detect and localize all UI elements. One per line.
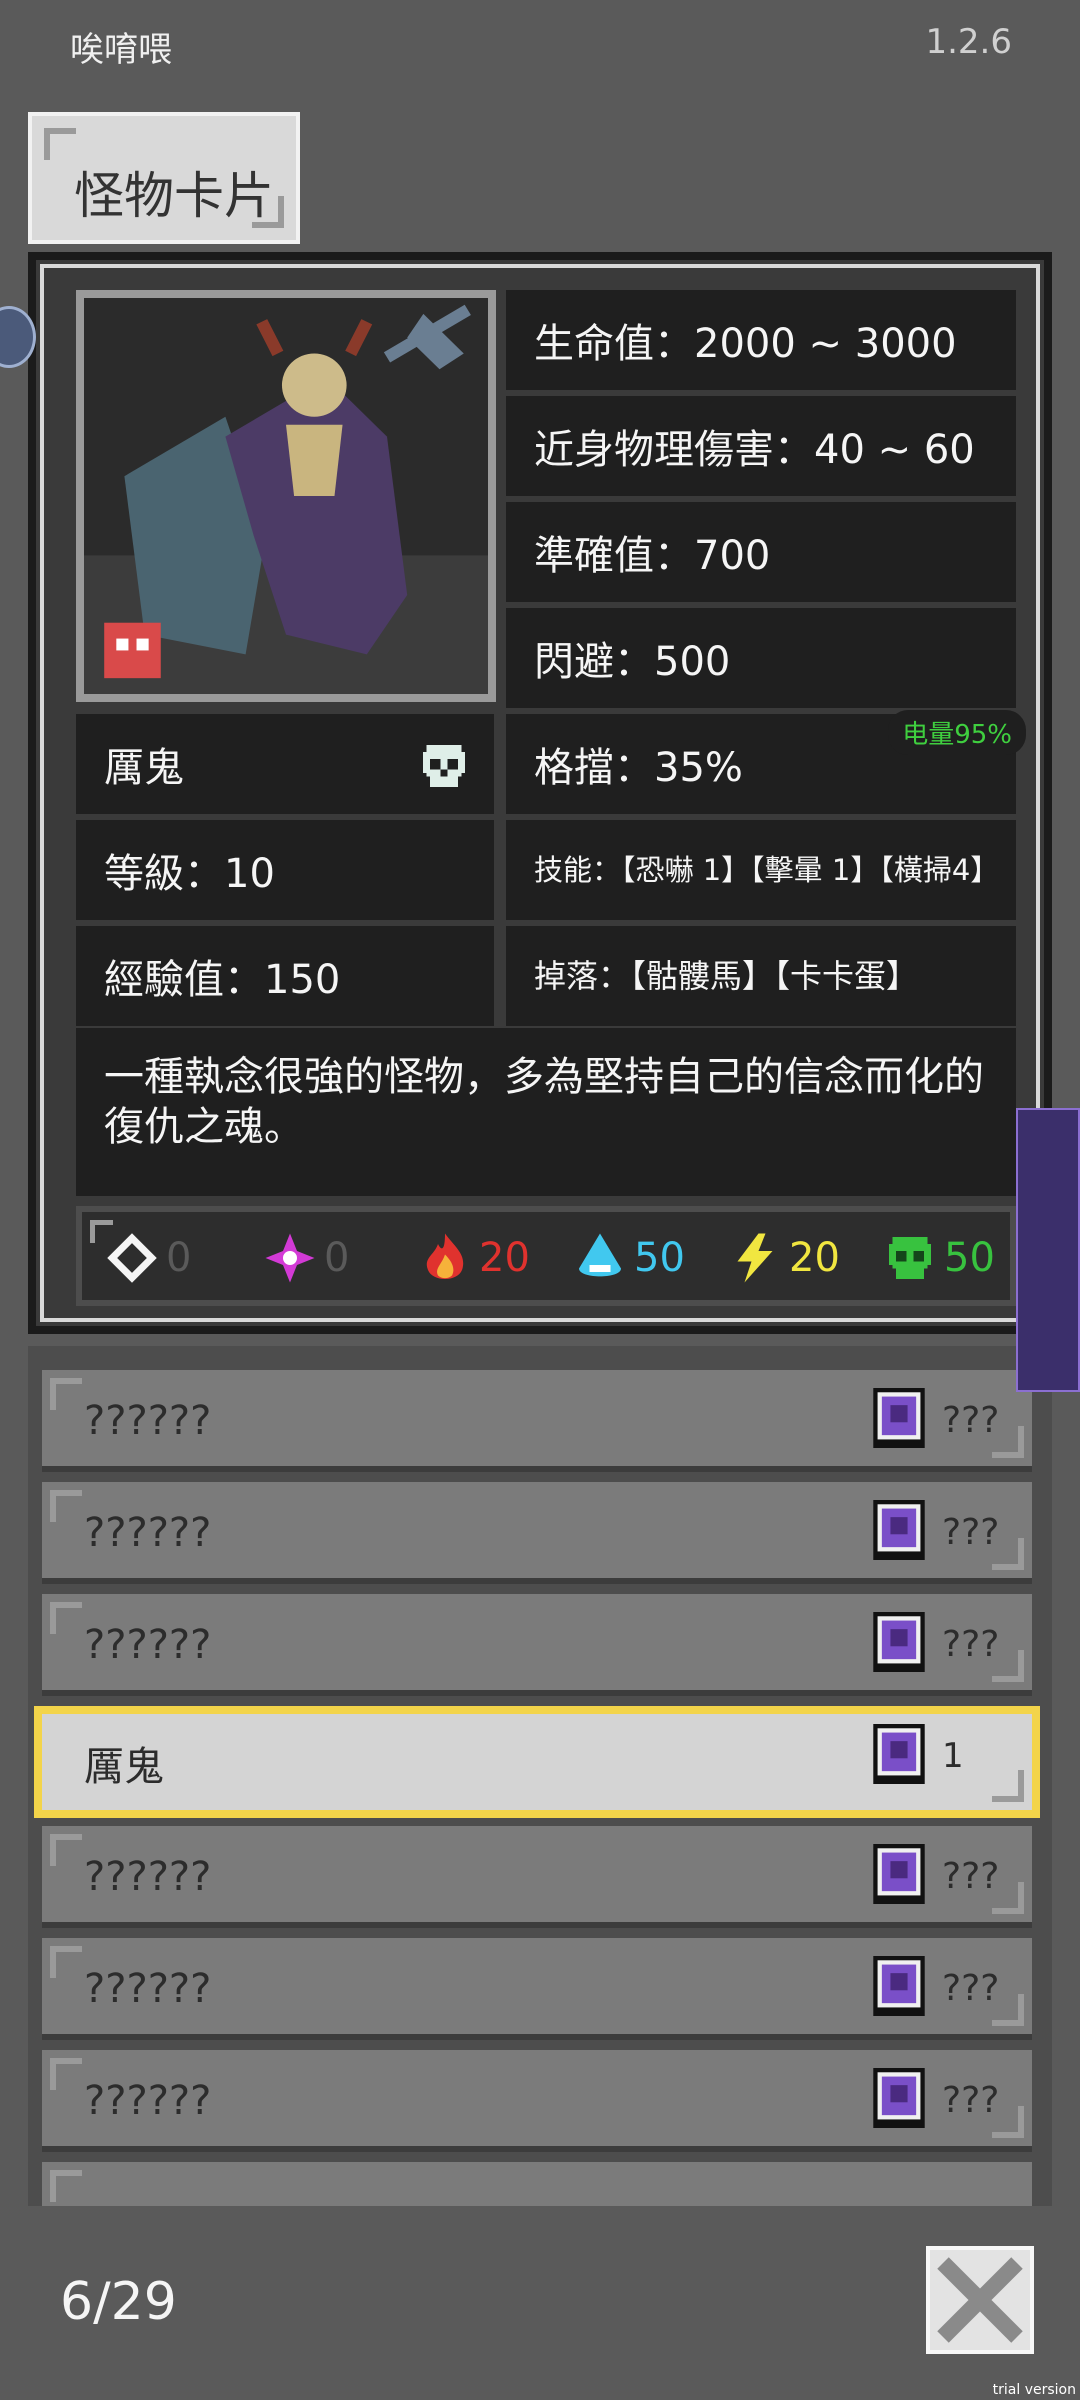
- stat-hp: 生命值：2000 ~ 3000: [506, 290, 1016, 390]
- list-item-name: ??????: [84, 1854, 212, 1900]
- list-item-count: ???: [942, 1624, 1000, 1665]
- resistance-value: 0: [324, 1235, 350, 1281]
- list-item-name: ??????: [84, 1398, 212, 1444]
- battery-indicator: 电量95%: [888, 710, 1026, 755]
- skull-icon: [423, 745, 465, 787]
- version-label: 1.2.6: [925, 22, 1012, 62]
- resistance-value: 50: [944, 1235, 995, 1281]
- card-book-icon: [873, 1612, 925, 1672]
- resistance-value: 20: [479, 1235, 530, 1281]
- app-title: 唉唷喂: [70, 30, 172, 70]
- list-item-count: ???: [942, 1856, 1000, 1897]
- tab-label: 怪物卡片: [74, 167, 274, 225]
- list-item[interactable]: ?????? ???: [42, 1826, 1032, 1928]
- frame-corner: [50, 2170, 82, 2202]
- resistance-magic: 0: [262, 1230, 349, 1286]
- list-item[interactable]: ?????? ???: [42, 1370, 1032, 1472]
- stat-skills: 技能：【恐嚇 1】【擊暈 1】【橫掃4】: [506, 820, 1016, 920]
- list-item-name: 厲鬼: [84, 1744, 164, 1790]
- resistance-water: 50: [572, 1230, 685, 1286]
- stat-exp: 經驗值：150: [76, 926, 494, 1026]
- frame-corner: [50, 1490, 82, 1522]
- card-book-icon: [873, 1844, 925, 1904]
- frame-corner: [50, 2058, 82, 2090]
- monster-card: 生命值：2000 ~ 3000 近身物理傷害：40 ~ 60 準確值：700 閃…: [28, 252, 1052, 1334]
- monster-portrait: [76, 290, 496, 702]
- monster-description: 一種執念很強的怪物，多為堅持自己的信念而化的復仇之魂。: [76, 1028, 1016, 1196]
- list-item-name: ??????: [84, 2078, 212, 2124]
- trial-watermark: trial version: [992, 2382, 1076, 2398]
- list-item-count: 1: [942, 1736, 964, 1776]
- resistance-physical: 0: [104, 1230, 191, 1286]
- frame-corner: [992, 1770, 1024, 1802]
- stat-accuracy: 準確值：700: [506, 502, 1016, 602]
- resistance-value: 0: [166, 1235, 192, 1281]
- list-item-selected[interactable]: 厲鬼 1: [34, 1706, 1040, 1818]
- resistance-value: 50: [634, 1235, 685, 1281]
- resistance-lightning: 20: [727, 1230, 840, 1286]
- close-button[interactable]: [926, 2246, 1034, 2354]
- physical-icon: [107, 1233, 157, 1283]
- frame-corner: [50, 1602, 82, 1634]
- frame-corner: [50, 1834, 82, 1866]
- fire-icon: [426, 1233, 464, 1279]
- monster-sprite-icon: [84, 298, 488, 694]
- poison-icon: [889, 1237, 931, 1279]
- list-item-count: ???: [942, 2080, 1000, 2121]
- resistance-value: 20: [789, 1235, 840, 1281]
- close-icon: [937, 2257, 1023, 2343]
- frame-corner: [50, 1378, 82, 1410]
- page-counter: 6/29: [60, 2272, 177, 2332]
- frame-corner: [44, 128, 76, 160]
- card-book-icon: [873, 1724, 925, 1784]
- list-item-partial[interactable]: [42, 2162, 1032, 2206]
- resistance-bar: 0 0 20 50 20 50: [76, 1206, 1016, 1306]
- card-book-icon: [873, 2068, 925, 2128]
- stat-evasion: 閃避：500: [506, 608, 1016, 708]
- list-item[interactable]: ?????? ???: [42, 1482, 1032, 1584]
- water-icon: [579, 1233, 621, 1277]
- list-item-name: ??????: [84, 1966, 212, 2012]
- magic-icon: [265, 1233, 315, 1283]
- list-item-name: ??????: [84, 1622, 212, 1668]
- list-item-count: ???: [942, 1400, 1000, 1441]
- card-book-icon: [873, 1388, 925, 1448]
- list-item-count: ???: [942, 1968, 1000, 2009]
- list-item[interactable]: ?????? ???: [42, 2050, 1032, 2152]
- list-item-name: ??????: [84, 1510, 212, 1556]
- list-item[interactable]: ?????? ???: [42, 1594, 1032, 1696]
- card-book-icon: [873, 1500, 925, 1560]
- resistance-poison: 50: [882, 1230, 995, 1286]
- monster-name: 厲鬼: [104, 745, 184, 791]
- monster-list[interactable]: ?????? ??? ?????? ??? ?????? ??? 厲鬼 1 ??…: [28, 1346, 1052, 2206]
- list-item-count: ???: [942, 1512, 1000, 1553]
- monster-name-cell: 厲鬼: [76, 714, 494, 814]
- stat-drops: 掉落：【骷髏馬】【卡卡蛋】: [506, 926, 1016, 1026]
- stat-melee-damage: 近身物理傷害：40 ~ 60: [506, 396, 1016, 496]
- floating-window-thumbnail[interactable]: [1016, 1108, 1080, 1392]
- card-book-icon: [873, 1956, 925, 2016]
- lightning-icon: [737, 1233, 773, 1283]
- tab-monster-card[interactable]: 怪物卡片: [28, 112, 300, 244]
- list-item[interactable]: ?????? ???: [42, 1938, 1032, 2040]
- stat-level: 等級：10: [76, 820, 494, 920]
- resistance-fire: 20: [417, 1230, 530, 1286]
- frame-corner: [50, 1946, 82, 1978]
